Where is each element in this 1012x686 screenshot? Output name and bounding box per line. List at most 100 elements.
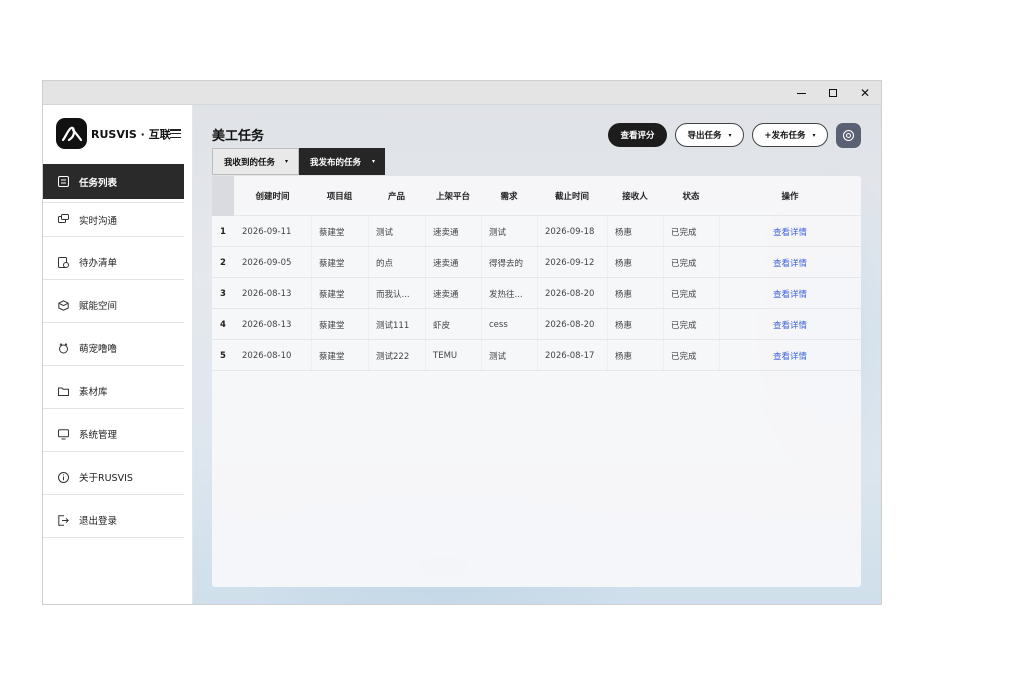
- list-icon: [58, 176, 69, 187]
- brand: RUSVIS · 互联: [56, 117, 184, 150]
- column-header[interactable]: 接收人: [607, 176, 663, 216]
- view-details-link[interactable]: 查看详情: [719, 309, 861, 340]
- box-icon: [58, 299, 69, 311]
- cell-product: 而我认...: [376, 289, 410, 300]
- minimize-button[interactable]: [785, 81, 817, 105]
- table-row[interactable]: 2 2026-09-05 蔡建堂 的点 速卖通 得得去的 2026-09-12 …: [212, 247, 861, 278]
- info-icon: [58, 471, 69, 483]
- sidebar-item-assets[interactable]: 素材库: [43, 374, 184, 409]
- view-details-link[interactable]: 查看详情: [719, 247, 861, 278]
- table-row[interactable]: 5 2026-08-10 蔡建堂 测试222 TEMU 测试 2026-08-1…: [212, 340, 861, 371]
- publish-label: +发布任务: [764, 131, 806, 141]
- sidebar-item-label: 退出登录: [79, 516, 118, 527]
- sidebar-item-label: 系统管理: [79, 430, 118, 441]
- sidebar-item-label: 萌宠噜噜: [79, 344, 118, 355]
- cell-receiver: 杨惠: [615, 351, 633, 362]
- column-header[interactable]: 操作: [719, 176, 861, 216]
- sidebar-item-space[interactable]: 赋能空间: [43, 288, 184, 323]
- cell-status: 已完成: [671, 227, 697, 238]
- maximize-button[interactable]: [817, 81, 849, 105]
- sidebar-item-chat[interactable]: 实时沟通: [43, 202, 184, 237]
- cell-deadline: 2026-08-20: [545, 288, 595, 299]
- sidebar-item-about[interactable]: 关于RUSVIS: [43, 460, 184, 495]
- export-label: 导出任务: [687, 131, 722, 141]
- sidebar-item-label: 实时沟通: [79, 215, 118, 227]
- column-header[interactable]: 上架平台: [425, 176, 481, 216]
- cell-demand: 得得去的: [489, 258, 524, 269]
- cell-demand: 测试: [489, 351, 507, 362]
- row-number: 5: [220, 350, 226, 361]
- chevron-down-icon: ▾: [728, 131, 732, 139]
- cell-group: 蔡建堂: [319, 289, 345, 300]
- sidebar-item-system[interactable]: 系统管理: [43, 417, 184, 452]
- column-header[interactable]: 项目组: [311, 176, 368, 216]
- cell-product: 测试111: [376, 320, 410, 331]
- task-table: 创建时间 项目组 产品 上架平台 需求 截止时间 接收人 状态 操作 1 202…: [212, 176, 861, 587]
- row-number-header: [212, 176, 234, 216]
- view-details-link[interactable]: 查看详情: [719, 216, 861, 247]
- chevron-down-icon: ▾: [812, 131, 816, 139]
- main-panel: 美工任务 我收到的任务 ▾ 我发布的任务 ▾ 查看评分 导出任务 ▾ +发布任务…: [193, 105, 881, 604]
- cell-deadline: 2026-08-20: [545, 319, 595, 330]
- cell-receiver: 杨惠: [615, 227, 633, 238]
- tab-label: 我发布的任务: [310, 157, 362, 168]
- cell-status: 已完成: [671, 351, 697, 362]
- settings-button[interactable]: [836, 123, 861, 148]
- cell-demand: 发热往...: [489, 289, 523, 300]
- cell-group: 蔡建堂: [319, 351, 345, 362]
- cell-deadline: 2026-09-18: [545, 226, 595, 237]
- sidebar-item-label: 赋能空间: [79, 301, 118, 312]
- sidebar-item-logout[interactable]: 退出登录: [43, 503, 184, 538]
- sidebar-item-task-list[interactable]: 任务列表: [43, 164, 184, 199]
- row-number: 3: [220, 288, 226, 299]
- column-header[interactable]: 产品: [368, 176, 425, 216]
- table-row[interactable]: 1 2026-09-11 蔡建堂 测试 速卖通 测试 2026-09-18 杨惠…: [212, 216, 861, 247]
- publish-task-button[interactable]: +发布任务 ▾: [752, 123, 828, 147]
- chevron-down-icon: ▾: [371, 158, 375, 165]
- cell-platform: 速卖通: [433, 289, 459, 300]
- cell-created: 2026-09-11: [242, 226, 292, 237]
- row-number: 1: [220, 226, 226, 237]
- cell-platform: TEMU: [433, 350, 458, 361]
- export-tasks-button[interactable]: 导出任务 ▾: [675, 123, 744, 147]
- sidebar-item-todo[interactable]: 待办清单: [43, 245, 184, 280]
- cell-group: 蔡建堂: [319, 227, 345, 238]
- column-header[interactable]: 状态: [663, 176, 719, 216]
- column-header[interactable]: 需求: [481, 176, 537, 216]
- cell-deadline: 2026-09-12: [545, 257, 595, 268]
- close-button[interactable]: ✕: [849, 81, 881, 105]
- page-title: 美工任务: [212, 129, 265, 144]
- view-details-link[interactable]: 查看详情: [719, 340, 861, 371]
- menu-toggle-icon[interactable]: [170, 129, 181, 139]
- cell-product: 测试222: [376, 351, 410, 362]
- cell-group: 蔡建堂: [319, 320, 345, 331]
- cell-product: 测试: [376, 227, 394, 238]
- cell-created: 2026-08-13: [242, 288, 292, 299]
- title-bar: ✕: [43, 81, 881, 105]
- chat-icon: [58, 214, 69, 225]
- column-header[interactable]: 创建时间: [234, 176, 311, 216]
- pet-icon: [58, 342, 69, 354]
- sidebar-item-pet[interactable]: 萌宠噜噜: [43, 331, 184, 366]
- settings-icon: [842, 129, 855, 142]
- cell-platform: 虾皮: [433, 320, 451, 331]
- column-header[interactable]: 截止时间: [537, 176, 607, 216]
- view-details-link[interactable]: 查看详情: [719, 278, 861, 309]
- cell-created: 2026-08-13: [242, 319, 292, 330]
- cell-platform: 速卖通: [433, 258, 459, 269]
- minimize-icon: [796, 92, 806, 94]
- table-row[interactable]: 3 2026-08-13 蔡建堂 而我认... 速卖通 发热往... 2026-…: [212, 278, 861, 309]
- table-header: 创建时间 项目组 产品 上架平台 需求 截止时间 接收人 状态 操作: [212, 176, 861, 216]
- logout-icon: [58, 514, 69, 526]
- table-row[interactable]: 4 2026-08-13 蔡建堂 测试111 虾皮 cess 2026-08-2…: [212, 309, 861, 340]
- cell-status: 已完成: [671, 289, 697, 300]
- rusvis-logo-icon: [56, 118, 87, 149]
- tab-received-tasks[interactable]: 我收到的任务 ▾: [212, 148, 299, 175]
- cell-deadline: 2026-08-17: [545, 350, 595, 361]
- app-window: ✕ RUSVIS · 互联 任务列表 实时沟通 待办清单 赋能空间 萌宠噜噜 素…: [42, 80, 882, 605]
- view-score-button[interactable]: 查看评分: [608, 123, 667, 147]
- folder-icon: [58, 386, 69, 397]
- cell-receiver: 杨惠: [615, 320, 633, 331]
- tab-published-tasks[interactable]: 我发布的任务 ▾: [299, 148, 385, 175]
- cell-platform: 速卖通: [433, 227, 459, 238]
